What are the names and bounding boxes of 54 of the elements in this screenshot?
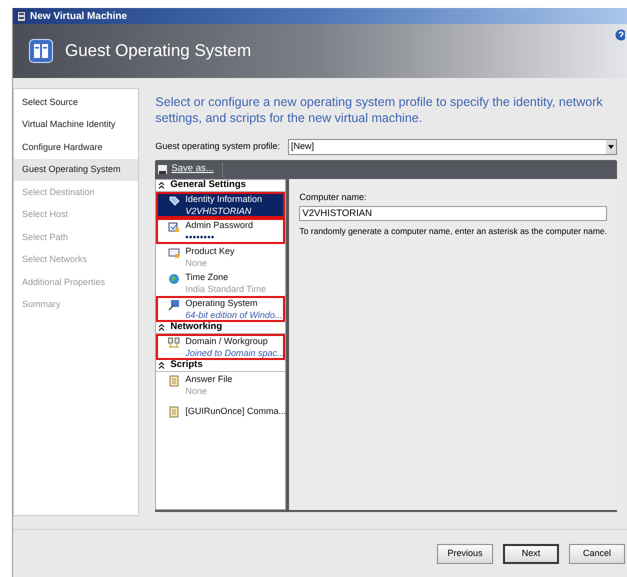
profile-label: Guest operating system profile: — [155, 140, 280, 154]
item-value: None — [185, 257, 208, 269]
nav-item[interactable]: Virtual Machine Identity — [14, 114, 138, 136]
settings-item[interactable]: Operating System 64-bit edition of Windo... — [156, 296, 286, 322]
tag-icon — [168, 195, 180, 207]
computers-icon — [168, 337, 180, 349]
item-value: 64-bit edition of Windo... — [185, 309, 282, 321]
nav-item[interactable]: Select Source — [14, 91, 138, 114]
computer-name-field[interactable]: V2VHISTORIAN — [299, 206, 607, 220]
nav-item[interactable]: Guest Operating System — [14, 158, 138, 181]
item-value: India Standard Time — [185, 283, 266, 295]
intro-text: Select or configure a new operating system profile to specify the identity, network settings, and scripts for the new virtual machine. — [155, 94, 604, 126]
password-icon — [168, 221, 180, 233]
item-label: Product Key — [185, 245, 234, 257]
item-label: Answer File — [185, 373, 232, 385]
globe-icon — [168, 273, 180, 285]
item-label: Time Zone — [185, 271, 230, 283]
item-value: Joined to Domain spac... — [185, 347, 284, 359]
hint-text: To randomly generate a computer name, enter an asterisk as the computer name. — [299, 224, 607, 238]
computer-name-label: Computer name: — [299, 191, 368, 204]
collapse-chevron-icon — [158, 182, 166, 189]
script-icon — [168, 375, 180, 387]
wizard-button[interactable]: Cancel — [569, 544, 625, 564]
settings-item[interactable]: [GUIRunOnce] Comma... — [156, 398, 286, 424]
page-title: Guest Operating System — [65, 40, 252, 62]
settings-item[interactable]: Product Key None — [156, 244, 286, 270]
collapse-chevron-icon — [158, 362, 166, 369]
wizard-button[interactable]: Previous — [437, 544, 493, 564]
settings-item[interactable]: Time Zone India Standard Time — [156, 270, 286, 296]
settings-item[interactable]: Answer File None — [156, 372, 286, 398]
item-label: Operating System — [185, 297, 258, 309]
profile-dropdown[interactable]: [New] — [288, 139, 617, 155]
settings-item[interactable]: Domain / Workgroup Joined to Domain spac... — [156, 334, 286, 360]
item-value: V2VHISTORIAN — [185, 205, 252, 217]
collapse-chevron-icon — [158, 324, 166, 331]
section-header[interactable]: Scripts — [156, 360, 286, 372]
settings-item[interactable]: Identity Information V2VHISTORIAN — [156, 192, 286, 218]
item-label: Identity Information — [185, 193, 262, 205]
nav-item[interactable]: Configure Hardware — [14, 136, 138, 158]
section-header[interactable]: Networking — [156, 322, 286, 334]
item-label: Domain / Workgroup — [185, 335, 269, 347]
help-icon[interactable] — [615, 29, 625, 41]
wizard-button[interactable]: Next — [503, 544, 559, 564]
window-title: New Virtual Machine — [30, 10, 128, 24]
save-icon — [158, 165, 168, 174]
server-icon — [29, 39, 53, 63]
save-as-button[interactable]: Save as... — [171, 162, 223, 177]
item-value: •••••••• — [185, 231, 216, 243]
script-icon — [168, 406, 180, 418]
key-card-icon — [168, 247, 180, 259]
item-label: Admin Password — [185, 219, 253, 231]
item-value: None — [185, 385, 208, 397]
window-icon — [17, 10, 26, 22]
settings-item[interactable]: Admin Password •••••••• — [156, 218, 286, 244]
